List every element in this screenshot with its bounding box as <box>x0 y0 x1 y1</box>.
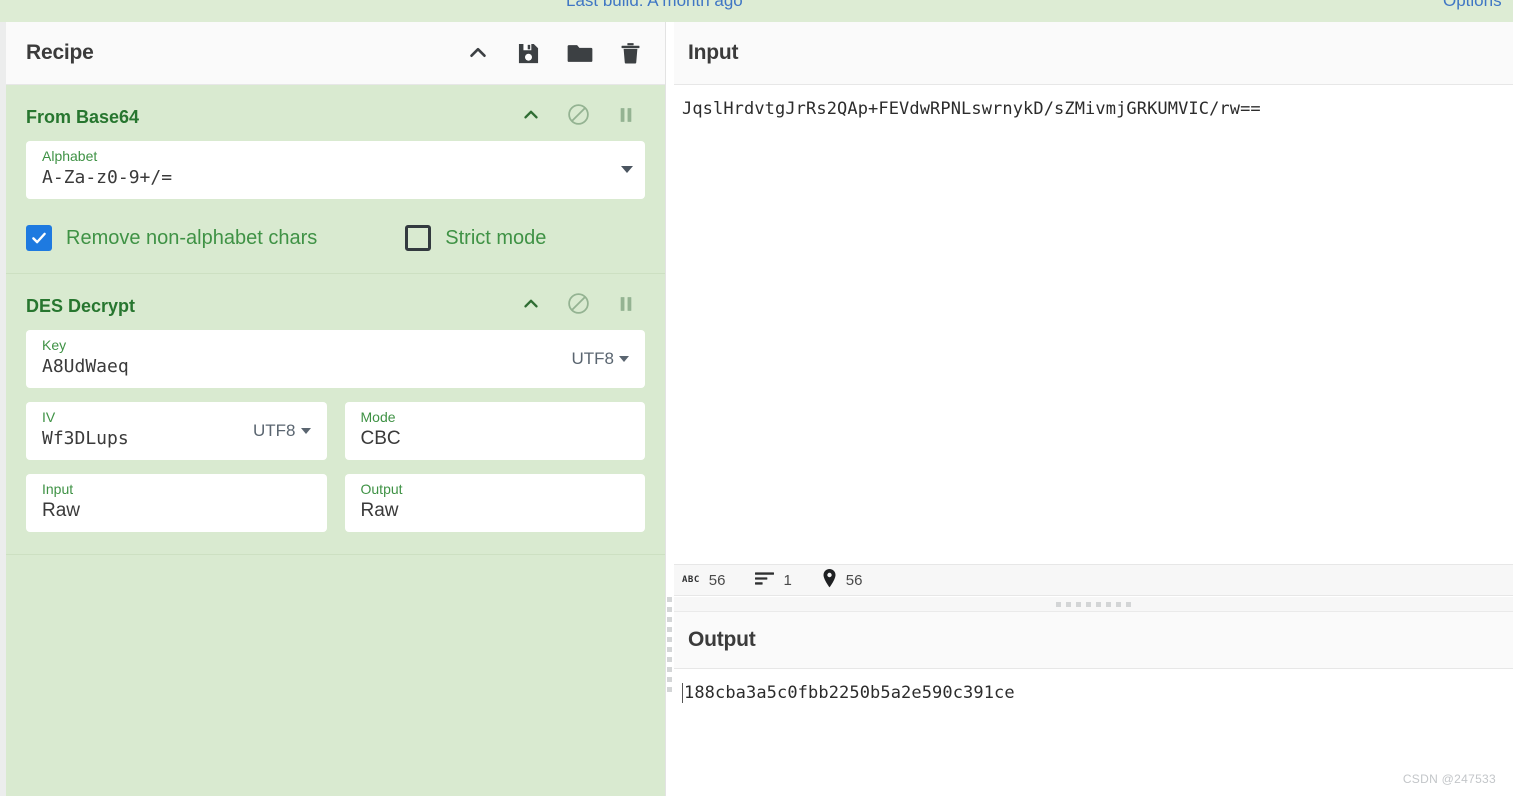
recipe-header-icons <box>465 39 643 67</box>
key-encoding-label: UTF8 <box>571 348 615 368</box>
pause-icon[interactable] <box>615 293 637 320</box>
splitter-handle <box>1056 601 1131 607</box>
operation-des-decrypt[interactable]: DES Decrypt Key A8UdWaeq UTF8 IV Wf3DLup… <box>6 274 665 555</box>
output-header: Output <box>674 611 1513 669</box>
operation-title: From Base64 <box>26 106 140 127</box>
folder-icon[interactable] <box>566 39 594 67</box>
chevron-up-icon[interactable] <box>520 104 542 131</box>
chevron-down-icon <box>619 355 629 362</box>
input-header: Input <box>674 22 1513 85</box>
checkbox-row: Remove non-alphabet chars Strict mode <box>26 225 645 251</box>
save-icon[interactable] <box>515 40 542 67</box>
checkbox-strict-mode-label: Strict mode <box>445 226 547 249</box>
field-iv[interactable]: IV Wf3DLups UTF8 <box>26 402 327 460</box>
input-output-splitter[interactable] <box>674 597 1513 611</box>
field-alphabet-value: A-Za-z0-9+/= <box>42 167 173 188</box>
last-build-label: Last build: A month ago <box>566 0 743 10</box>
pause-icon[interactable] <box>615 104 637 131</box>
top-banner: Last build: A month ago Options <box>0 0 1513 22</box>
chevron-up-icon[interactable] <box>520 293 542 320</box>
field-key-value: A8UdWaeq <box>42 356 129 377</box>
disable-icon[interactable] <box>566 291 591 321</box>
checkbox-strict-mode[interactable]: Strict mode <box>405 225 546 251</box>
input-body[interactable]: JqslHrdvtgJrRs2QAp+FEVdwRPNLswrnykD/sZMi… <box>674 85 1513 564</box>
field-input-type-label: Input <box>42 481 74 497</box>
operation-from-base64[interactable]: From Base64 Alphabet A-Za-z0-9+/= Remove… <box>6 85 665 274</box>
io-pane: Input JqslHrdvtgJrRs2QAp+FEVdwRPNLswrnyk… <box>674 22 1513 796</box>
output-title: Output <box>688 628 756 651</box>
field-mode-value: CBC <box>360 428 401 449</box>
field-input-type[interactable]: Input Raw <box>26 474 327 532</box>
recipe-header: Recipe <box>6 22 665 85</box>
status-lines: 1 <box>755 571 792 590</box>
input-textarea[interactable]: JqslHrdvtgJrRs2QAp+FEVdwRPNLswrnykD/sZMi… <box>682 99 1513 119</box>
checkbox-checked-box <box>26 225 52 251</box>
options-link[interactable]: Options <box>1443 0 1502 11</box>
checkbox-remove-non-alphabet-label: Remove non-alphabet chars <box>66 226 318 249</box>
operation-title: DES Decrypt <box>26 295 136 316</box>
field-output-type-label: Output <box>360 481 403 497</box>
field-iv-label: IV <box>42 409 56 425</box>
operation-controls <box>520 291 645 321</box>
input-output-row: Input Raw Output Raw <box>26 474 645 532</box>
app-body: Recipe From Base64 Alphabet A-Za-z0-9+/=… <box>0 22 1513 796</box>
checkbox-unchecked-box <box>405 225 432 251</box>
field-output-type-value: Raw <box>360 500 399 521</box>
location-pin-icon <box>822 568 837 592</box>
field-key-label: Key <box>42 337 67 353</box>
output-textarea[interactable]: 188cba3a5c0fbb2250b5a2e590c391ce <box>682 683 1513 703</box>
input-title: Input <box>688 41 739 64</box>
field-key[interactable]: Key A8UdWaeq UTF8 <box>26 330 645 388</box>
field-output-type[interactable]: Output Raw <box>344 474 645 532</box>
iv-encoding-select[interactable]: UTF8 <box>253 421 315 441</box>
collapse-chevron-icon[interactable] <box>465 40 491 66</box>
output-body[interactable]: 188cba3a5c0fbb2250b5a2e590c391ce <box>674 669 1513 703</box>
status-length: ABC 56 <box>682 572 725 589</box>
watermark: CSDN @247533 <box>1402 772 1496 786</box>
iv-mode-row: IV Wf3DLups UTF8 Mode CBC <box>26 402 645 460</box>
input-section: Input JqslHrdvtgJrRs2QAp+FEVdwRPNLswrnyk… <box>674 22 1513 564</box>
operation-controls <box>520 102 645 132</box>
input-status-bar: ABC 56 1 56 <box>674 564 1513 596</box>
operation-header: From Base64 <box>26 97 645 137</box>
operation-header: DES Decrypt <box>26 286 645 326</box>
field-alphabet-label: Alphabet <box>42 148 98 164</box>
status-length-value: 56 <box>708 571 726 589</box>
checkbox-remove-non-alphabet[interactable]: Remove non-alphabet chars <box>26 225 317 251</box>
trash-icon[interactable] <box>618 41 643 66</box>
recipe-io-splitter[interactable] <box>666 22 674 796</box>
iv-encoding-label: UTF8 <box>253 420 296 440</box>
recipe-title: Recipe <box>26 41 94 64</box>
key-encoding-select[interactable]: UTF8 <box>572 349 634 369</box>
field-mode[interactable]: Mode CBC <box>344 402 645 460</box>
abc-icon: ABC <box>682 575 700 585</box>
output-section: Output 188cba3a5c0fbb2250b5a2e590c391ce <box>674 611 1513 796</box>
status-position: 56 <box>822 568 863 592</box>
field-mode-label: Mode <box>360 409 396 425</box>
field-iv-value: Wf3DLups <box>42 428 129 449</box>
lines-icon <box>755 571 775 590</box>
recipe-pane: Recipe From Base64 Alphabet A-Za-z0-9+/=… <box>6 22 666 796</box>
status-position-value: 56 <box>845 571 863 589</box>
chevron-down-icon <box>300 427 311 434</box>
operation-list: From Base64 Alphabet A-Za-z0-9+/= Remove… <box>6 85 665 796</box>
field-alphabet[interactable]: Alphabet A-Za-z0-9+/= <box>26 141 645 199</box>
field-input-type-value: Raw <box>42 500 81 521</box>
disable-icon[interactable] <box>566 102 591 132</box>
status-lines-value: 1 <box>783 571 792 589</box>
chevron-down-icon[interactable] <box>621 166 633 173</box>
splitter-handle <box>667 597 672 692</box>
